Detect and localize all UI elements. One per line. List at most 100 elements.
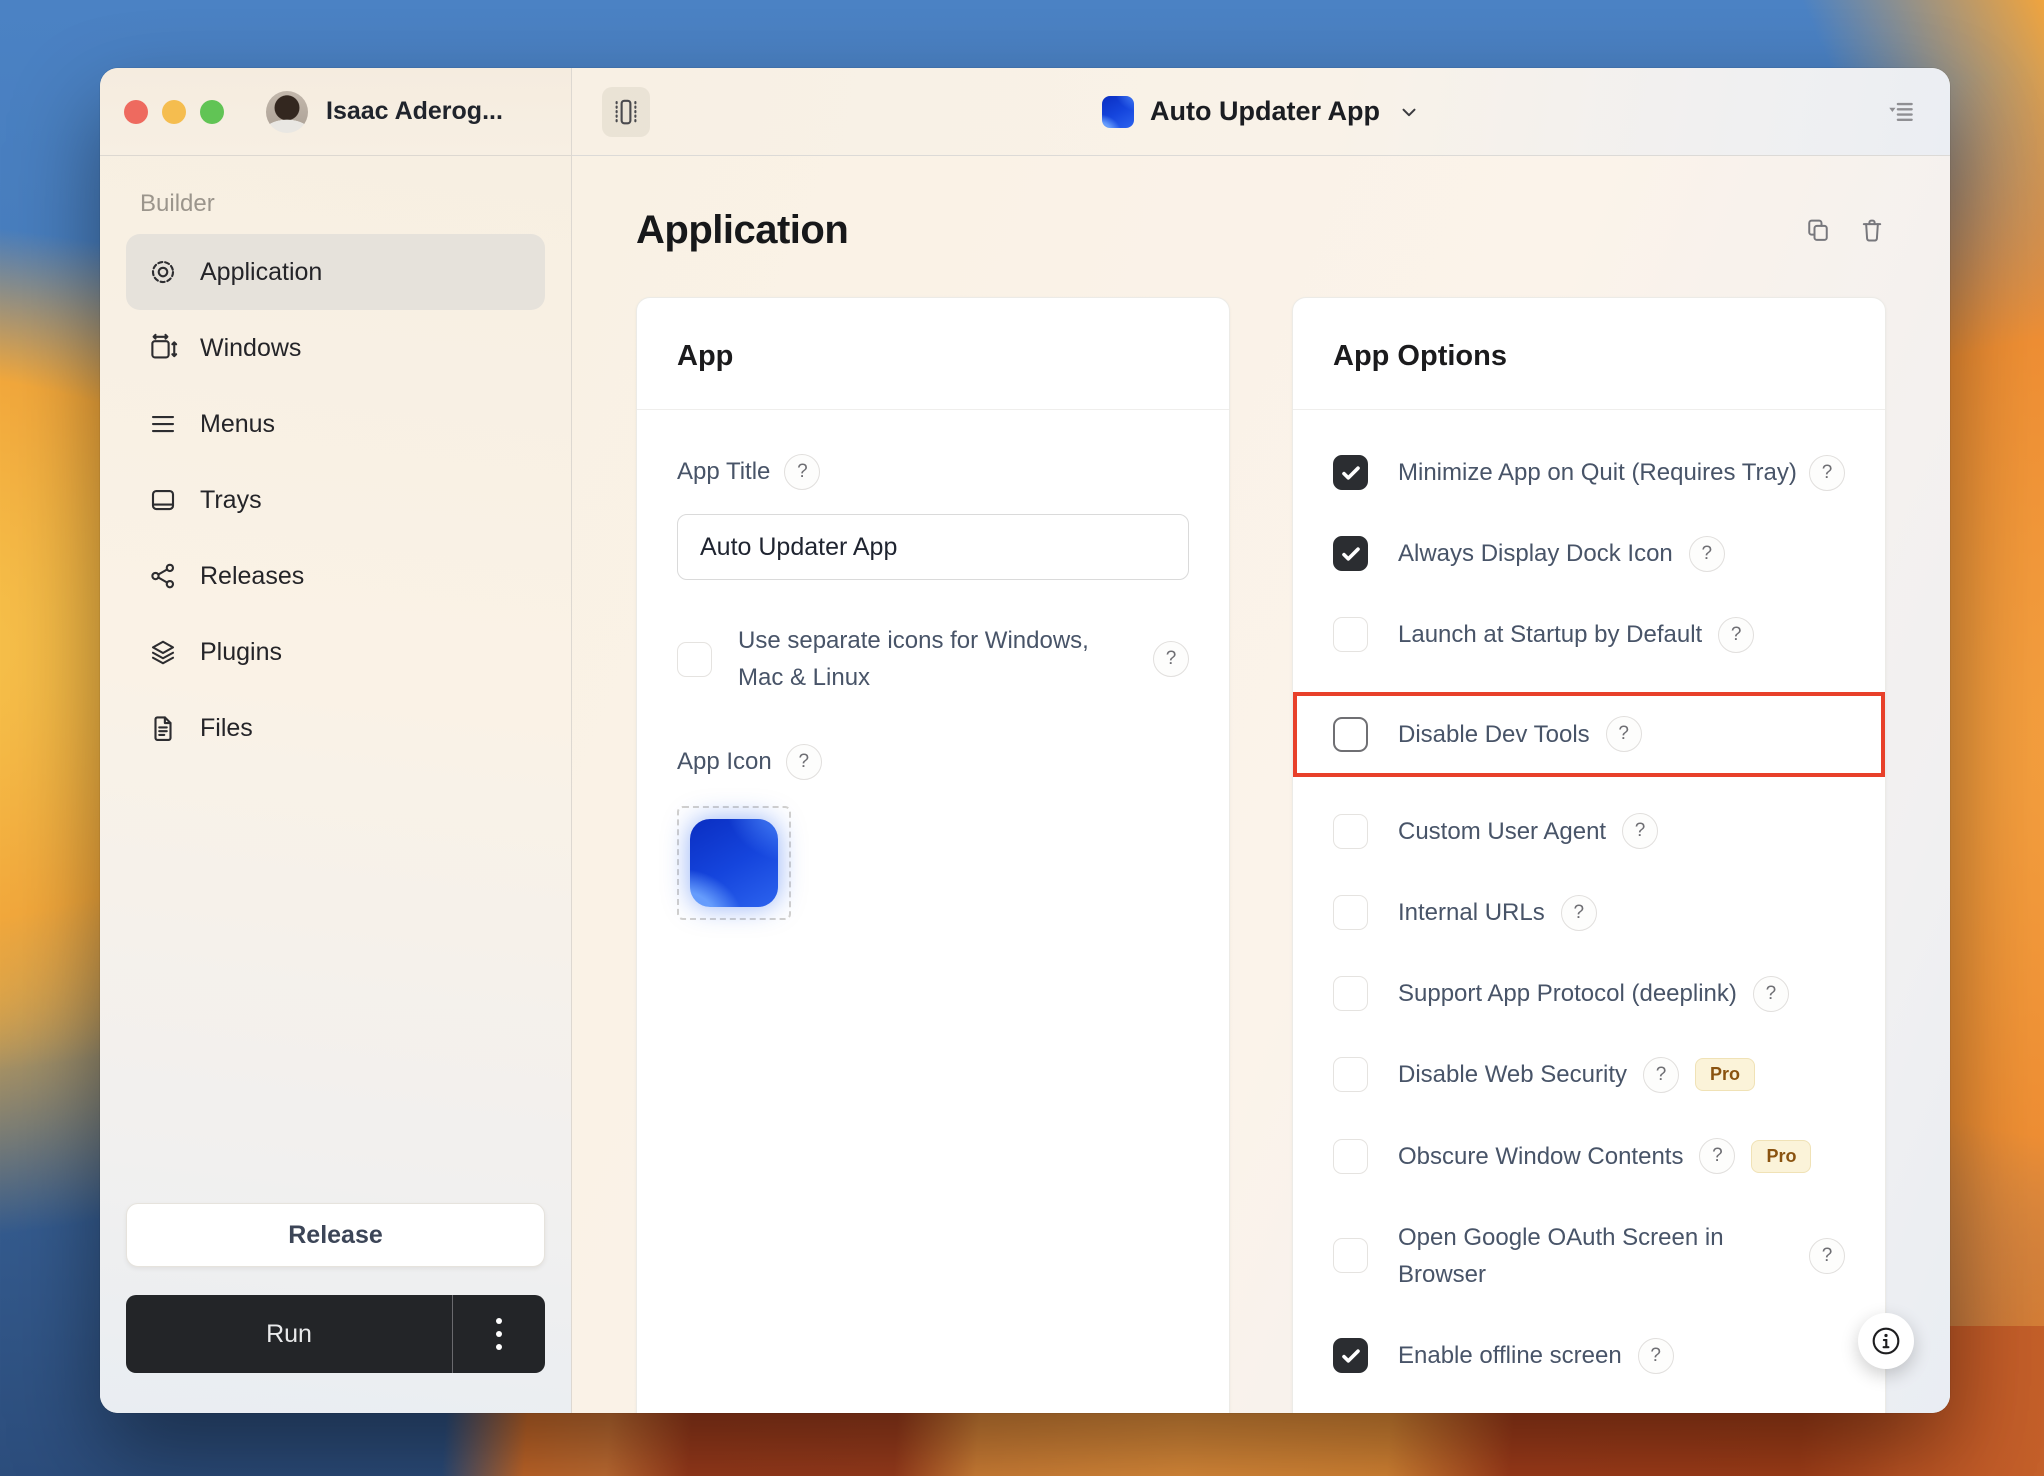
sidebar-item-files[interactable]: Files bbox=[126, 690, 545, 766]
help-icon[interactable]: ? bbox=[1752, 975, 1789, 1012]
app-icon-preview bbox=[690, 819, 778, 908]
sidebar-item-label: Application bbox=[200, 257, 323, 286]
sidebar-item-plugins[interactable]: Plugins bbox=[126, 614, 545, 690]
obscure-window-contents-checkbox[interactable] bbox=[1333, 1138, 1368, 1174]
help-icon[interactable]: ? bbox=[1637, 1337, 1674, 1374]
app-window: Isaac Aderog... Auto Updater App Builder… bbox=[100, 68, 1950, 1413]
help-icon[interactable]: ? bbox=[784, 454, 821, 490]
app-switcher[interactable]: Auto Updater App bbox=[1102, 95, 1420, 128]
file-icon bbox=[148, 713, 178, 743]
cards-row: App App Title ? Use separate icons for W… bbox=[636, 297, 1886, 1413]
release-button[interactable]: Release bbox=[126, 1203, 545, 1267]
minimize-window-button[interactable] bbox=[162, 99, 186, 124]
app-logo-icon bbox=[1102, 95, 1135, 128]
sidebar-section-label: Builder bbox=[140, 190, 215, 217]
option-row-internal-urls[interactable]: Internal URLs? bbox=[1333, 894, 1845, 931]
internal-urls-checkbox[interactable] bbox=[1333, 895, 1368, 931]
disable-web-security-checkbox[interactable] bbox=[1333, 1057, 1368, 1093]
app-options-card-title: App Options bbox=[1293, 298, 1885, 410]
titlebar-sidebar-section: Isaac Aderog... bbox=[100, 68, 572, 156]
info-icon bbox=[1869, 1324, 1903, 1358]
user-account[interactable]: Isaac Aderog... bbox=[266, 90, 503, 133]
help-icon[interactable]: ? bbox=[785, 744, 822, 781]
app-title-input[interactable] bbox=[677, 514, 1189, 580]
sidebar-bottom-actions: Release Run bbox=[126, 1203, 545, 1373]
separate-icons-row[interactable]: Use separate icons for Windows, Mac & Li… bbox=[677, 622, 1189, 696]
option-label: Always Display Dock Icon bbox=[1398, 540, 1673, 568]
sidebar-item-label: Trays bbox=[200, 485, 262, 514]
pro-badge: Pro bbox=[1694, 1058, 1755, 1092]
always-display-dock-icon-checkbox[interactable] bbox=[1333, 536, 1368, 572]
gear-icon bbox=[148, 257, 178, 287]
app-options-card: App Options Minimize App on Quit (Requir… bbox=[1292, 297, 1886, 1413]
launch-at-startup-checkbox[interactable] bbox=[1333, 617, 1368, 653]
option-label: Obscure Window Contents bbox=[1398, 1142, 1684, 1170]
info-fab-button[interactable] bbox=[1858, 1313, 1914, 1369]
sidebar-item-label: Releases bbox=[200, 561, 305, 590]
sidebar-item-application[interactable]: Application bbox=[126, 234, 545, 310]
help-icon[interactable]: ? bbox=[1642, 1056, 1679, 1093]
custom-user-agent-checkbox[interactable] bbox=[1333, 813, 1368, 849]
traffic-lights bbox=[124, 99, 224, 124]
list-menu-icon bbox=[1886, 97, 1916, 127]
help-icon[interactable]: ? bbox=[1809, 454, 1845, 491]
help-icon[interactable]: ? bbox=[1560, 894, 1597, 931]
option-row-launch-at-startup[interactable]: Launch at Startup by Default? bbox=[1333, 616, 1845, 653]
run-button[interactable]: Run bbox=[126, 1295, 452, 1373]
option-row-obscure-window-contents[interactable]: Obscure Window Contents? Pro bbox=[1333, 1138, 1845, 1175]
help-icon[interactable]: ? bbox=[1622, 813, 1659, 850]
zoom-window-button[interactable] bbox=[200, 99, 224, 124]
trash-icon[interactable] bbox=[1858, 216, 1886, 244]
enable-offline-screen-checkbox[interactable] bbox=[1333, 1338, 1368, 1374]
help-icon[interactable]: ? bbox=[1688, 535, 1725, 572]
close-window-button[interactable] bbox=[124, 99, 148, 124]
option-label: Disable Dev Tools bbox=[1398, 720, 1590, 748]
sidebar-item-trays[interactable]: Trays bbox=[126, 462, 545, 538]
open-google-oauth-checkbox[interactable] bbox=[1333, 1238, 1368, 1274]
option-row-open-google-oauth[interactable]: Open Google OAuth Screen in Browser? bbox=[1333, 1219, 1845, 1293]
run-button-group: Run bbox=[126, 1295, 545, 1373]
sidebar: Builder Application Windows Menus Trays Rele… bbox=[100, 156, 572, 1413]
pro-badge: Pro bbox=[1751, 1139, 1812, 1173]
option-row-custom-user-agent[interactable]: Custom User Agent? bbox=[1333, 813, 1845, 850]
sidebar-item-windows[interactable]: Windows bbox=[126, 310, 545, 386]
app-title-field-label: App Title ? bbox=[677, 454, 1189, 490]
sidebar-item-label: Windows bbox=[200, 333, 302, 362]
help-icon[interactable]: ? bbox=[1153, 641, 1189, 678]
activity-log-button[interactable] bbox=[1886, 97, 1916, 127]
sidebar-item-menus[interactable]: Menus bbox=[126, 386, 545, 462]
sidebar-item-releases[interactable]: Releases bbox=[126, 538, 545, 614]
app-switcher-name: Auto Updater App bbox=[1150, 96, 1380, 126]
minimize-app-on-quit-checkbox[interactable] bbox=[1333, 455, 1368, 491]
option-row-minimize-app-on-quit[interactable]: Minimize App on Quit (Requires Tray)? bbox=[1333, 454, 1845, 491]
disable-dev-tools-checkbox[interactable] bbox=[1333, 716, 1368, 752]
option-row-always-display-dock-icon[interactable]: Always Display Dock Icon? bbox=[1333, 535, 1845, 572]
help-icon[interactable]: ? bbox=[1605, 716, 1642, 753]
window-icon bbox=[148, 333, 178, 363]
option-row-enable-offline-screen[interactable]: Enable offline screen? bbox=[1333, 1337, 1845, 1374]
support-app-protocol-checkbox[interactable] bbox=[1333, 976, 1368, 1012]
app-icon-dropzone[interactable] bbox=[677, 806, 791, 921]
share-icon bbox=[148, 561, 178, 591]
option-label: Minimize App on Quit (Requires Tray) bbox=[1398, 459, 1797, 486]
help-icon[interactable]: ? bbox=[1718, 616, 1755, 653]
user-name: Isaac Aderog... bbox=[326, 97, 503, 125]
app-card-title: App bbox=[637, 298, 1229, 410]
option-row-disable-dev-tools[interactable]: Disable Dev Tools? bbox=[1293, 691, 1885, 777]
titlebar-main-section: Auto Updater App bbox=[572, 68, 1950, 156]
duplicate-icon[interactable] bbox=[1804, 216, 1832, 244]
option-label: Internal URLs bbox=[1398, 898, 1545, 926]
help-icon[interactable]: ? bbox=[1809, 1237, 1845, 1274]
option-label: Support App Protocol (deeplink) bbox=[1398, 980, 1737, 1008]
separate-icons-checkbox[interactable] bbox=[677, 641, 712, 677]
option-row-support-app-protocol[interactable]: Support App Protocol (deeplink)? bbox=[1333, 975, 1845, 1012]
option-row-disable-web-security[interactable]: Disable Web Security? Pro bbox=[1333, 1056, 1845, 1093]
help-icon[interactable]: ? bbox=[1699, 1138, 1736, 1175]
option-label: Enable offline screen bbox=[1398, 1342, 1622, 1370]
chevron-down-icon bbox=[1398, 101, 1420, 123]
option-label: Disable Web Security bbox=[1398, 1061, 1627, 1089]
app-card: App App Title ? Use separate icons for W… bbox=[636, 297, 1230, 1413]
run-options-button[interactable] bbox=[453, 1295, 545, 1373]
preview-app-button[interactable] bbox=[602, 86, 650, 137]
sidebar-item-label: Menus bbox=[200, 409, 276, 438]
